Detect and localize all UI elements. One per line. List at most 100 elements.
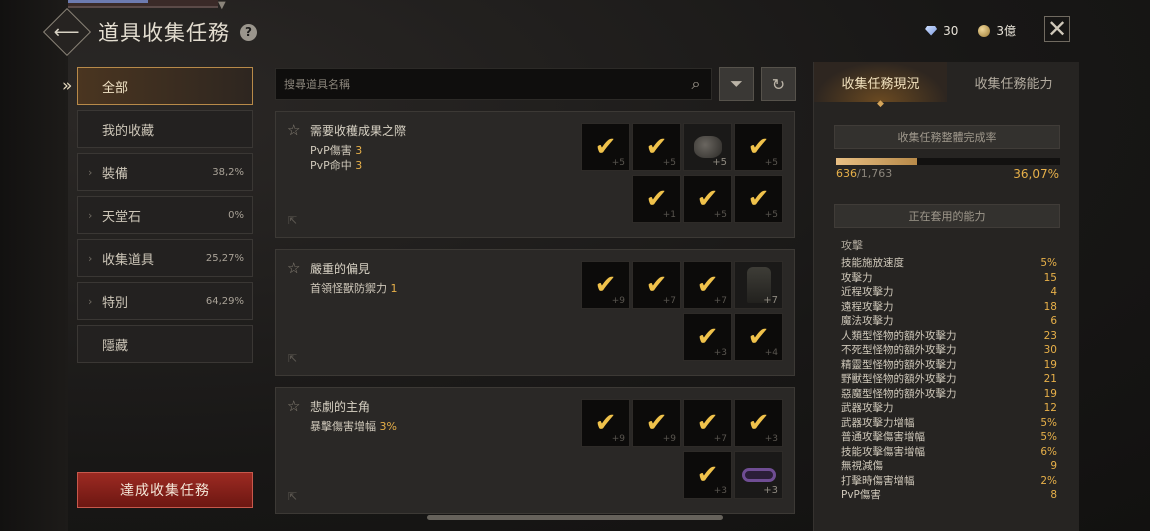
item-slot[interactable]: ✔ +3 bbox=[683, 451, 732, 499]
nav-item-label: 隱藏 bbox=[102, 338, 129, 354]
ability-name: 武器攻擊力 bbox=[841, 402, 894, 414]
star-icon[interactable]: ☆ bbox=[287, 397, 300, 415]
tab-collection-status[interactable]: 收集任務現況 bbox=[814, 62, 947, 102]
item-slot[interactable]: ✔ +4 bbox=[734, 313, 783, 361]
star-icon[interactable]: ☆ bbox=[287, 259, 300, 277]
page-header: ⟵ 道具收集任務 ? bbox=[42, 7, 257, 57]
filter-icon: ⏷ bbox=[730, 74, 743, 93]
link-icon[interactable]: ⇱ bbox=[288, 352, 297, 365]
check-icon: ✔ bbox=[594, 408, 617, 438]
ability-list: 技能施放速度 5% 攻擊力 15 近程攻擊力 4 遠程攻擊力 18 魔法攻擊力 6 人類型怪物的額外… bbox=[841, 256, 1057, 503]
complete-collection-button[interactable]: 達成收集任務 bbox=[77, 472, 253, 508]
item-slot[interactable]: ✔ +5 bbox=[581, 123, 630, 171]
chevron-right-icon: › bbox=[88, 165, 93, 179]
ability-row: 技能施放速度 5% bbox=[841, 256, 1057, 271]
enhance-level: +7 bbox=[763, 295, 778, 306]
check-icon: ✔ bbox=[696, 270, 719, 300]
ability-name: 技能施放速度 bbox=[841, 257, 904, 269]
nav-item-label: 特別 bbox=[102, 295, 129, 311]
active-indicator-icon: » bbox=[62, 76, 73, 96]
search-icon[interactable]: ⌕ bbox=[681, 74, 711, 94]
enhance-level: +3 bbox=[764, 434, 778, 444]
check-icon: ✔ bbox=[594, 270, 617, 300]
ability-name: 武器攻擊力增幅 bbox=[841, 416, 915, 429]
ability-value: 6% bbox=[1040, 445, 1057, 458]
check-icon: ✔ bbox=[645, 408, 668, 438]
star-icon[interactable]: ☆ bbox=[287, 121, 300, 139]
link-icon[interactable]: ⇱ bbox=[288, 214, 297, 227]
item-slot[interactable]: ✔ +5 bbox=[734, 175, 783, 223]
chevron-down-icon[interactable]: ▼ bbox=[218, 0, 230, 11]
item-slot[interactable]: ✔ +9 bbox=[632, 399, 681, 447]
check-icon: ✔ bbox=[594, 132, 617, 162]
ability-value: 4 bbox=[1050, 286, 1057, 298]
collection-card[interactable]: ☆ 需要收穫成果之際 PvP傷害 3 PvP命中 3 ⇱ ✔ +5 ✔ +5 +5 … bbox=[275, 111, 795, 238]
item-slot[interactable]: ✔ +3 bbox=[683, 313, 732, 361]
nav-item-special[interactable]: › 特別 64,29% bbox=[77, 282, 253, 320]
nav-item-heaven-stone[interactable]: › 天堂石 0% bbox=[77, 196, 253, 234]
nav-item-collection-items[interactable]: › 收集道具 25,27% bbox=[77, 239, 253, 277]
enhance-level: +5 bbox=[764, 158, 778, 168]
stat-label: PvP傷害 bbox=[310, 144, 352, 157]
search-input[interactable] bbox=[284, 77, 681, 91]
ability-name: 不死型怪物的額外攻擊力 bbox=[841, 344, 957, 356]
ability-name: 技能攻擊傷害增幅 bbox=[841, 445, 925, 458]
collection-card[interactable]: ☆ 嚴重的偏見 首領怪獸防禦力 1 ⇱ ✔ +9 ✔ +7 ✔ +7 +7 ✔ +3 ✔… bbox=[275, 249, 795, 376]
ability-value: 19 bbox=[1043, 387, 1057, 400]
item-slot[interactable]: ✔ +5 bbox=[683, 175, 732, 223]
ability-name: 攻擊力 bbox=[841, 271, 873, 284]
back-button[interactable]: ⟵ bbox=[42, 7, 92, 57]
item-slot[interactable]: ✔ +1 bbox=[632, 175, 681, 223]
filter-button[interactable]: ⏷ bbox=[719, 67, 754, 101]
item-slot[interactable]: ✔ +5 bbox=[632, 123, 681, 171]
close-button[interactable]: ✕ bbox=[1044, 16, 1070, 42]
ability-value: 30 bbox=[1043, 344, 1057, 356]
refresh-button[interactable]: ↻ bbox=[761, 67, 796, 101]
item-slot[interactable]: ✔ +5 bbox=[734, 123, 783, 171]
left-shade bbox=[0, 0, 68, 531]
applied-abilities-header: 正在套用的能力 bbox=[834, 204, 1060, 228]
nav-item-all[interactable]: 全部 bbox=[77, 67, 253, 105]
item-slot[interactable]: ✔ +7 bbox=[683, 261, 732, 309]
horizontal-scrollbar[interactable] bbox=[427, 515, 723, 520]
enhance-level: +7 bbox=[713, 296, 727, 306]
ability-row: 惡魔型怪物的額外攻擊力 19 bbox=[841, 387, 1057, 402]
gold-count: 3億 bbox=[996, 24, 1016, 38]
item-slot[interactable]: +3 bbox=[734, 451, 783, 499]
item-slot[interactable]: +5 bbox=[683, 123, 732, 171]
armor-item-icon bbox=[693, 136, 722, 158]
enhance-level: +5 bbox=[712, 157, 727, 168]
progress-percent: 36,07% bbox=[1013, 167, 1059, 181]
nav-item-favorites[interactable]: 我的收藏 bbox=[77, 110, 253, 148]
ability-row: 人類型怪物的額外攻擊力 23 bbox=[841, 329, 1057, 344]
progress-total: /1,763 bbox=[857, 167, 893, 180]
link-icon[interactable]: ⇱ bbox=[288, 490, 297, 503]
nav-item-equipment[interactable]: › 裝備 38,2% bbox=[77, 153, 253, 191]
ability-value: 21 bbox=[1043, 373, 1057, 385]
nav-item-percent: 25,27% bbox=[205, 252, 244, 264]
item-slot[interactable]: ✔ +9 bbox=[581, 399, 630, 447]
progress-fill bbox=[836, 158, 917, 165]
item-slot[interactable]: ✔ +9 bbox=[581, 261, 630, 309]
stat-label: 首領怪獸防禦力 bbox=[310, 282, 387, 295]
enhance-level: +5 bbox=[713, 210, 727, 220]
nav-item-hidden[interactable]: 隱藏 bbox=[77, 325, 253, 363]
item-slot[interactable]: ✔ +7 bbox=[683, 399, 732, 447]
refresh-icon: ↻ bbox=[771, 74, 786, 94]
completion-progress-bar bbox=[836, 158, 1060, 165]
nav-item-percent: 38,2% bbox=[212, 166, 244, 178]
help-icon[interactable]: ? bbox=[240, 23, 257, 41]
item-slot[interactable]: +7 bbox=[734, 261, 783, 309]
enhance-level: +7 bbox=[713, 434, 727, 444]
enhance-level: +3 bbox=[713, 486, 727, 496]
item-slot[interactable]: ✔ +3 bbox=[734, 399, 783, 447]
nav-item-percent: 64,29% bbox=[205, 295, 244, 307]
enhance-level: +9 bbox=[611, 296, 625, 306]
nav-item-label: 裝備 bbox=[102, 166, 129, 182]
collection-card[interactable]: ☆ 悲劇的主角 暴擊傷害增幅 3% ⇱ ✔ +9 ✔ +9 ✔ +7 ✔ +3 ✔ +3 … bbox=[275, 387, 795, 514]
tab-collection-abilities[interactable]: 收集任務能力 bbox=[947, 62, 1080, 102]
ability-row: 攻擊力 15 bbox=[841, 271, 1057, 286]
item-slot[interactable]: ✔ +7 bbox=[632, 261, 681, 309]
enhance-level: +9 bbox=[662, 434, 676, 444]
status-panel: 收集任務現況 收集任務能力 收集任務整體完成率 636/1,763 36,07%… bbox=[813, 62, 1079, 531]
